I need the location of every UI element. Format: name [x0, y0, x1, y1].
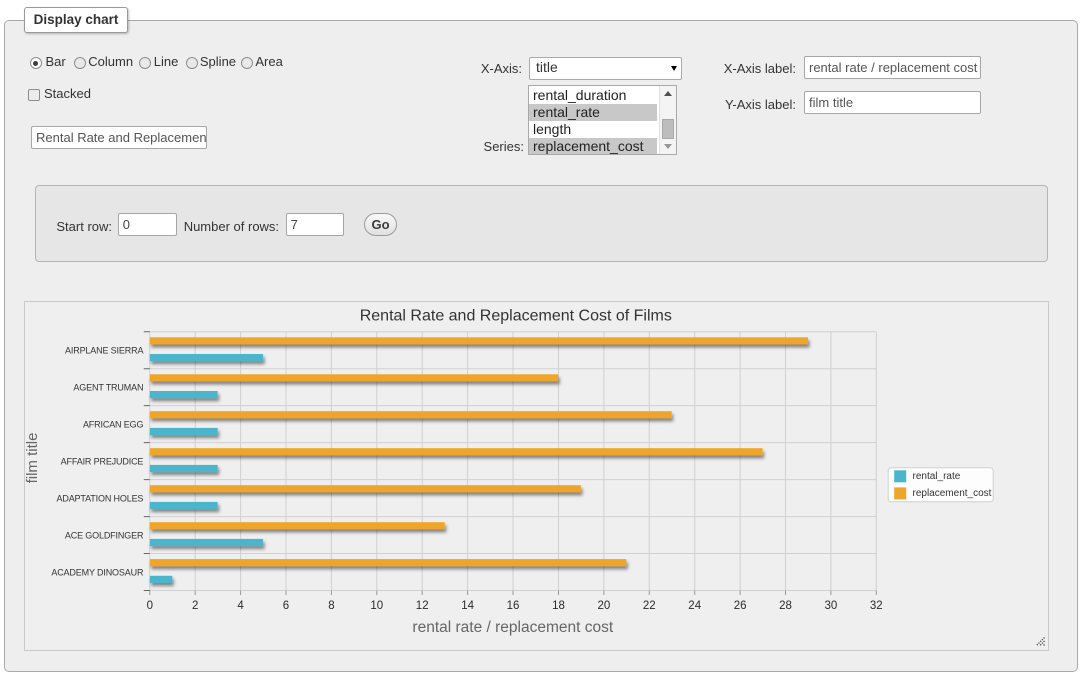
svg-text:30: 30: [825, 600, 838, 612]
svg-text:film title: film title: [24, 433, 41, 484]
svg-text:14: 14: [461, 600, 474, 612]
svg-text:18: 18: [552, 600, 565, 612]
svg-text:24: 24: [688, 600, 701, 612]
svg-text:AIRPLANE SIERRA: AIRPLANE SIERRA: [65, 346, 143, 356]
svg-text:ADAPTATION HOLES: ADAPTATION HOLES: [57, 494, 144, 504]
svg-text:32: 32: [870, 600, 883, 612]
svg-text:4: 4: [237, 600, 244, 612]
svg-text:8: 8: [328, 600, 334, 612]
svg-text:AGENT TRUMAN: AGENT TRUMAN: [73, 383, 143, 393]
svg-text:Rental Rate and Replacement Co: Rental Rate and Replacement Cost of Film…: [360, 308, 672, 325]
svg-text:20: 20: [598, 600, 611, 612]
svg-text:ACADEMY DINOSAUR: ACADEMY DINOSAUR: [51, 568, 144, 578]
svg-text:26: 26: [734, 600, 747, 612]
svg-text:6: 6: [283, 600, 289, 612]
svg-text:AFRICAN EGG: AFRICAN EGG: [83, 420, 144, 430]
svg-text:12: 12: [416, 600, 429, 612]
svg-text:replacement_cost: replacement_cost: [913, 488, 992, 499]
svg-text:rental_rate: rental_rate: [913, 471, 961, 482]
svg-text:0: 0: [147, 600, 153, 612]
svg-text:16: 16: [507, 600, 520, 612]
svg-text:28: 28: [779, 600, 792, 612]
svg-text:22: 22: [643, 600, 656, 612]
svg-text:ACE GOLDFINGER: ACE GOLDFINGER: [65, 531, 144, 541]
svg-text:2: 2: [192, 600, 198, 612]
svg-text:rental rate / replacement cost: rental rate / replacement cost: [412, 619, 613, 636]
svg-text:AFFAIR PREJUDICE: AFFAIR PREJUDICE: [61, 457, 144, 467]
svg-text:10: 10: [370, 600, 383, 612]
